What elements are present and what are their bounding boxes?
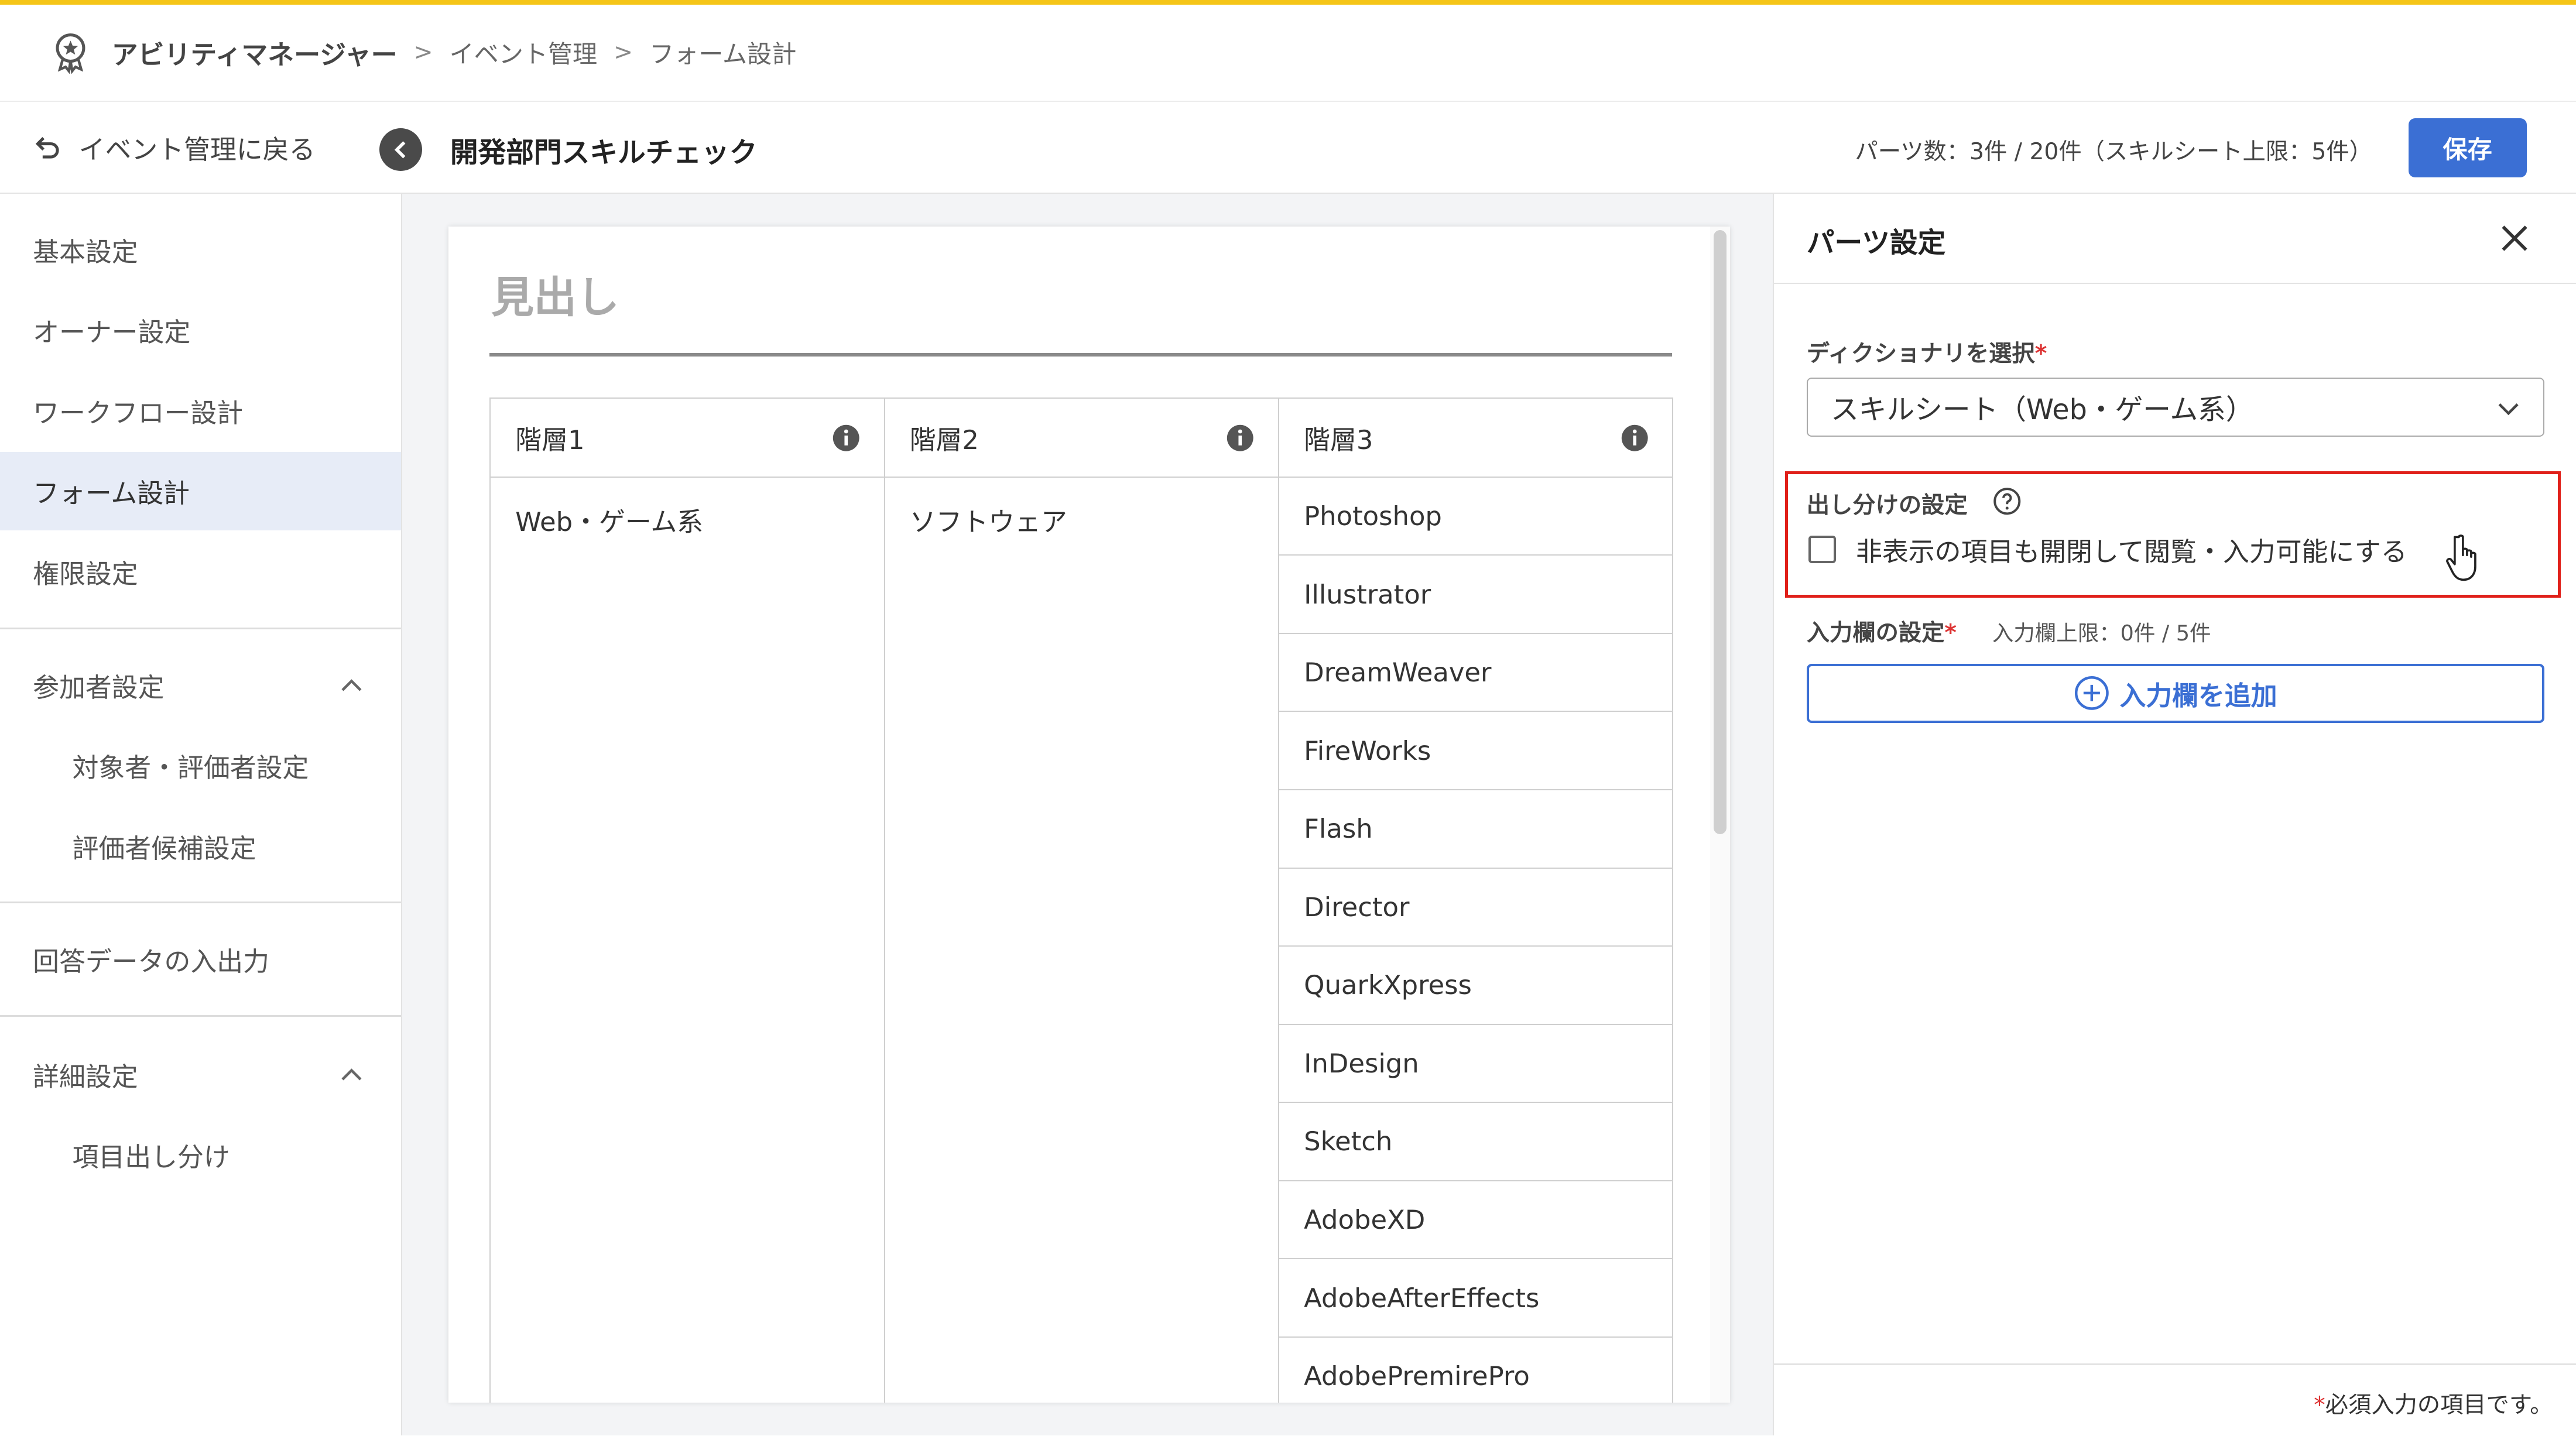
dictionary-select[interactable]: スキルシート（Web・ゲーム系） [1806,378,2544,437]
column-header-label: 階層3 [1304,424,1373,455]
info-icon[interactable] [1620,423,1650,453]
add-input-label: 入力欄を追加 [2119,680,2277,711]
sidebar-item-workflow-design[interactable]: ワークフロー設計 [0,371,401,450]
table-row: Web・ゲーム系 ソフトウェア Photoshop [489,476,1674,1403]
info-icon[interactable] [1225,423,1255,453]
add-input-button[interactable]: 入力欄を追加 [1806,663,2544,723]
breadcrumb-form-design: フォーム設計 [649,40,797,69]
app-name[interactable]: アビリティマネージャー [112,33,398,71]
column-header-label: 階層2 [909,424,979,455]
sidebar-divider [0,1015,401,1017]
input-limit-text: 入力欄上限：0件 / 5件 [1992,621,2211,646]
required-mark: * [1944,620,1957,647]
save-button[interactable]: 保存 [2408,118,2527,178]
form-canvas: 見出し 階層1 階層2 階層3 Web・ゲーム系 ソフトウェア Photosho… [402,194,1773,1436]
sidebar-item-basic-settings[interactable]: 基本設定 [0,210,401,289]
chevron-down-icon [2498,403,2519,416]
sidebar-item-answer-data-io[interactable]: 回答データの入出力 [0,920,401,999]
chevron-right-icon: > [413,39,433,66]
level3-cell: InDesign [1278,1023,1674,1103]
sidebar-item-evaluator-candidates[interactable]: 評価者候補設定 [0,807,401,886]
level3-cell: Illustrator [1278,554,1674,634]
collapse-sidebar-button[interactable] [379,128,423,171]
chevron-left-icon [394,140,406,158]
top-bar: アビリティマネージャー > イベント管理 > フォーム設計 [0,0,2576,102]
hand-pointer-icon [2446,534,2476,581]
level3-cell: AdobeAfterEffects [1278,1258,1674,1338]
sidebar-item-item-branching[interactable]: 項目出し分け [0,1115,401,1194]
level3-cell: DreamWeaver [1278,632,1674,712]
app-root: アビリティマネージャー > イベント管理 > フォーム設計 イベント管理に戻る … [0,0,2576,1436]
sidebar-item-advanced-settings[interactable]: 詳細設定 [0,1035,401,1114]
level3-cell: AdobePremirePro [1278,1336,1674,1403]
level2-cell: ソフトウェア [883,476,1280,1403]
sidebar: 基本設定 オーナー設定 ワークフロー設計 フォーム設計 権限設定 参加者設定 対… [0,194,403,1436]
required-note-text: 必須入力の項目です。 [2325,1392,2553,1419]
required-note: *必須入力の項目です。 [2314,1386,2553,1420]
help-icon[interactable] [1992,486,2022,516]
level3-cell: AdobeXD [1278,1180,1674,1260]
chevron-up-icon [341,678,362,691]
level3-cell: Photoshop [1278,476,1674,556]
chevron-up-icon [341,1068,362,1081]
undo-arrow-icon [35,137,59,159]
sidebar-item-participant-settings[interactable]: 参加者設定 [0,646,401,725]
breadcrumb-event-management[interactable]: イベント管理 [450,35,597,70]
back-link-label: イベント管理に戻る [78,133,316,165]
column-header-level3: 階層3 [1278,397,1674,478]
heading-title: 見出し [491,272,619,323]
level3-cell: Director [1278,867,1674,947]
column-header-label: 階層1 [515,424,585,455]
scrollbar-thumb[interactable] [1713,229,1727,835]
parts-count-text: パーツ数：3件 / 20件（スキルシート上限：5件） [1855,139,2372,166]
required-mark: * [2034,341,2047,368]
input-field-label: 入力欄の設定* [1807,614,1957,647]
hierarchy-table: 階層1 階層2 階層3 Web・ゲーム系 ソフトウェア Photoshop Il… [489,397,1674,1403]
dictionary-select-value: スキルシート（Web・ゲーム系） [1831,394,2254,427]
sidebar-item-label: 詳細設定 [33,1061,138,1092]
info-icon[interactable] [831,423,861,453]
level1-cell: Web・ゲーム系 [489,476,885,1403]
column-header-level2: 階層2 [883,397,1280,478]
parts-settings-panel: パーツ設定 ディクショナリを選択* スキルシート（Web・ゲーム系） 出し分けの… [1772,194,2576,1436]
level3-cell: Sketch [1278,1102,1674,1181]
award-icon [56,33,85,74]
chevron-right-icon: > [614,39,633,66]
page-title: 開発部門スキルチェック [450,136,758,169]
level3-cell: FireWorks [1278,711,1674,790]
show-hidden-items-label[interactable]: 非表示の項目も開閉して閲覧・入力可能にする [1856,530,2407,568]
plus-circle-icon [2074,676,2109,711]
level3-cell: QuarkXpress [1278,945,1674,1025]
sidebar-item-permission-settings[interactable]: 権限設定 [0,532,401,611]
level3-cell: Flash [1278,789,1674,869]
sidebar-item-target-evaluator[interactable]: 対象者・評価者設定 [0,726,401,805]
sidebar-item-owner-settings[interactable]: オーナー設定 [0,291,401,370]
heading-part-card[interactable]: 見出し 階層1 階層2 階層3 Web・ゲーム系 ソフトウェア Photosho… [448,227,1730,1403]
panel-divider [1773,282,2576,285]
back-to-event-link[interactable]: イベント管理に戻る [33,128,316,166]
required-mark: * [2314,1392,2325,1419]
sub-header: イベント管理に戻る 開発部門スキルチェック パーツ数：3件 / 20件（スキルシ… [0,101,2576,194]
panel-divider [1773,1363,2576,1365]
sidebar-divider [0,627,401,629]
sidebar-item-form-design[interactable]: フォーム設計 [0,451,401,531]
dictionary-label: ディクショナリを選択* [1807,335,2047,368]
heading-divider [489,353,1673,357]
sidebar-divider [0,902,401,904]
sidebar-item-label: 参加者設定 [33,671,165,703]
dictionary-label-text: ディクショナリを選択 [1806,341,2035,368]
panel-title: パーツ設定 [1806,227,1946,259]
close-icon[interactable] [2498,222,2531,255]
show-hidden-items-checkbox[interactable] [1808,535,1837,564]
input-field-label-text: 入力欄の設定 [1806,620,1945,647]
column-header-level1: 階層1 [489,397,885,478]
visibility-setting-label: 出し分けの設定 [1806,492,1968,519]
